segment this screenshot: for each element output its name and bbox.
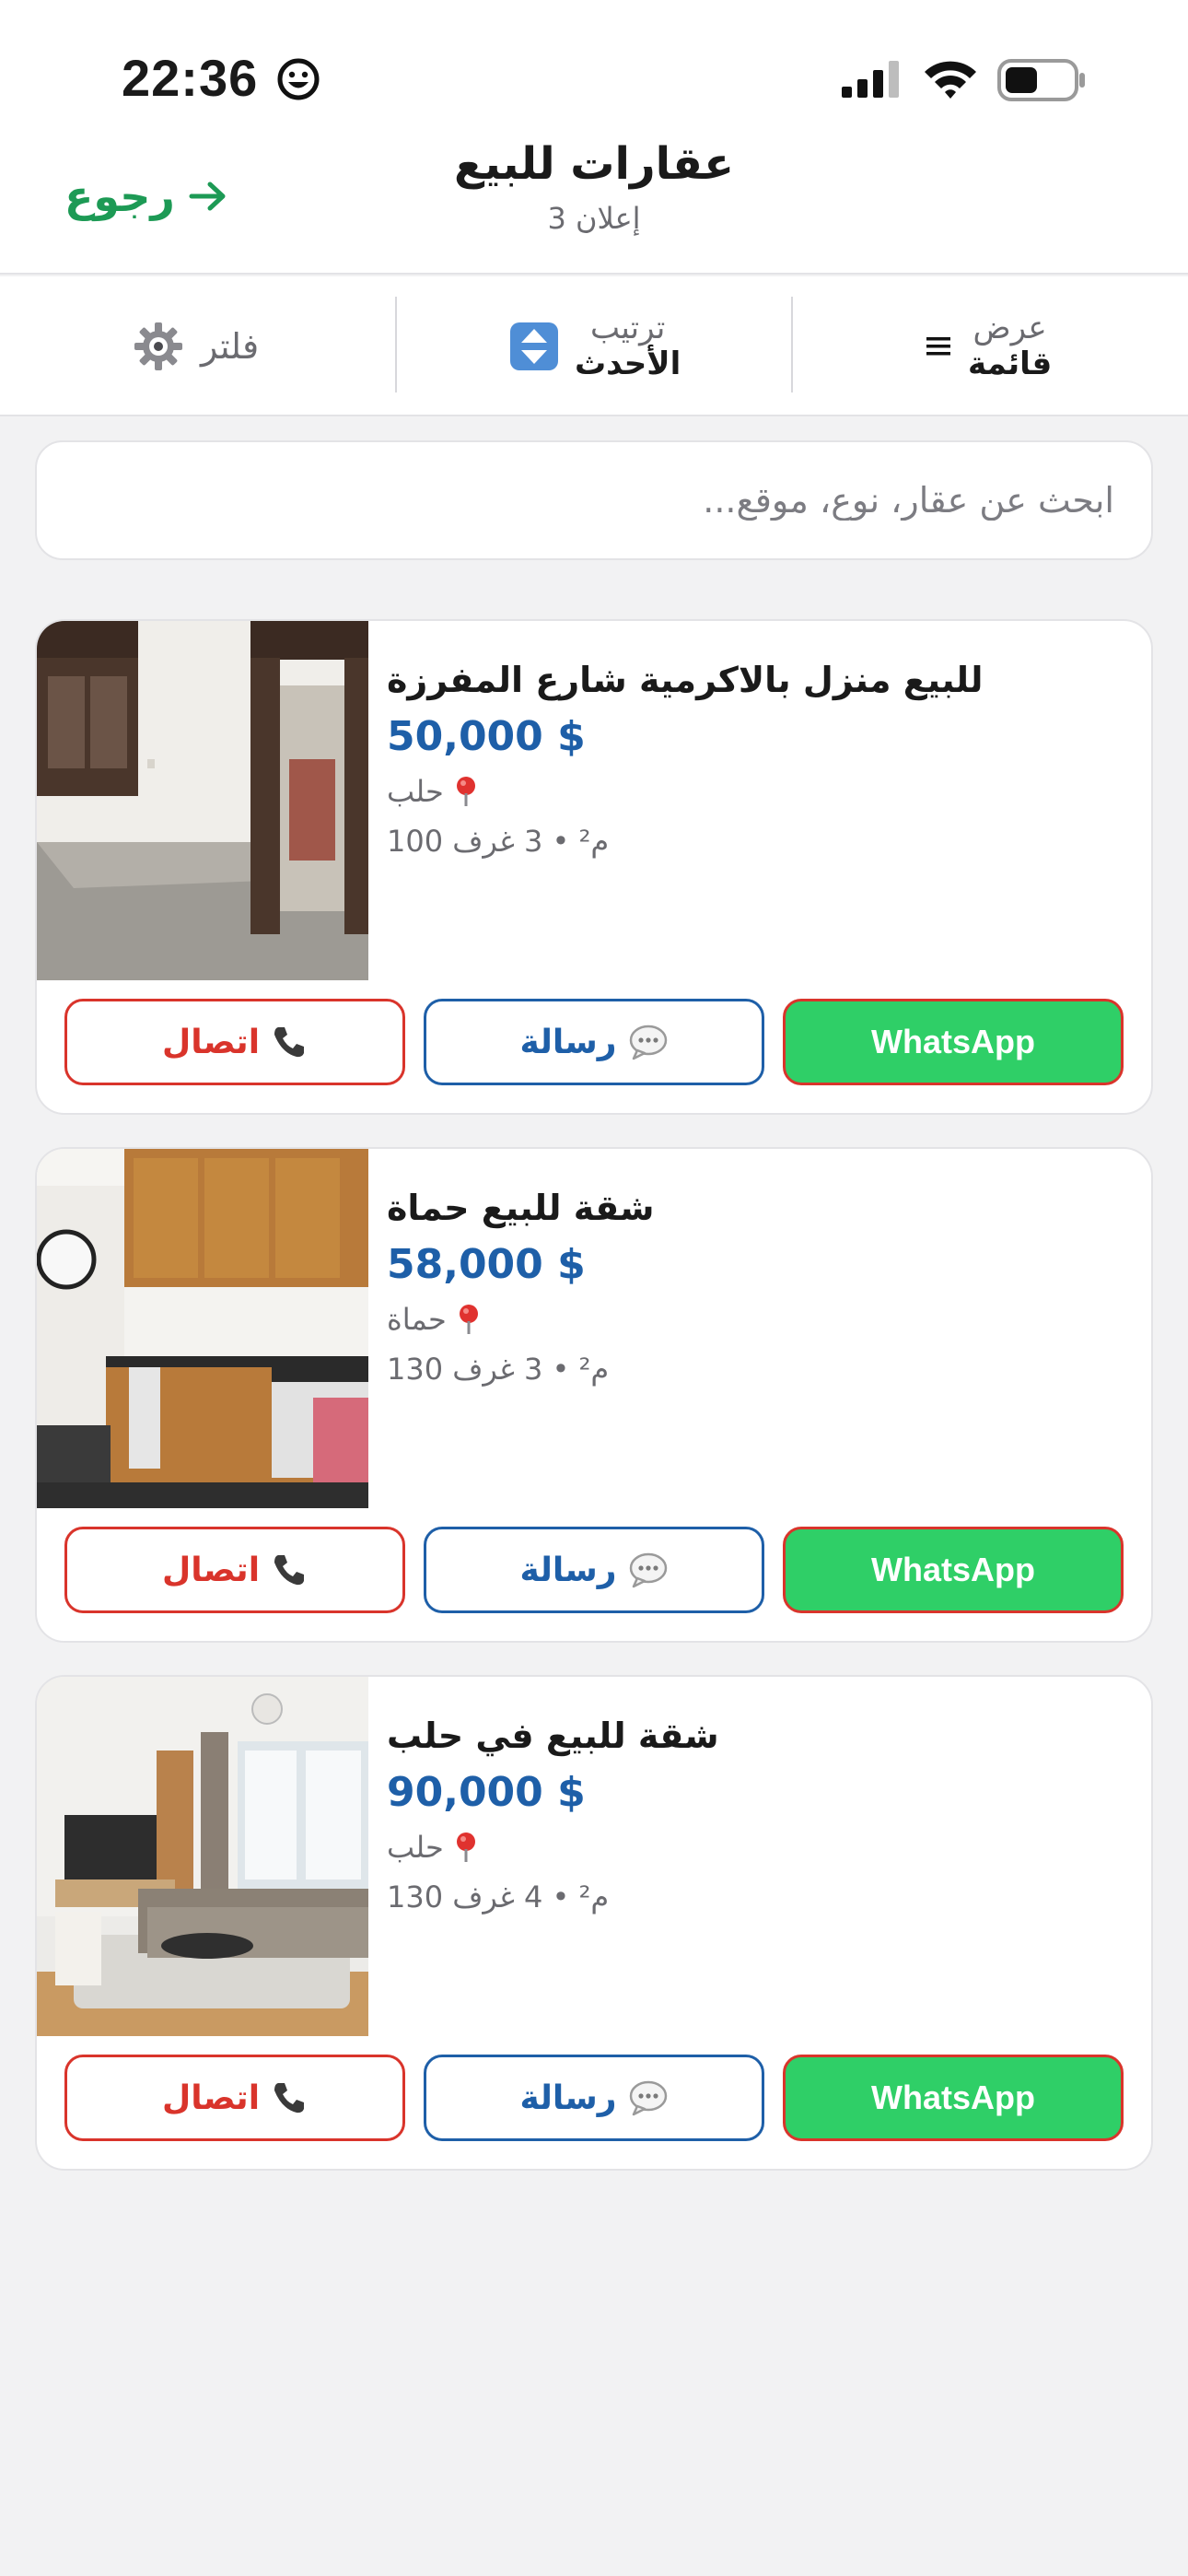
whatsapp-label: WhatsApp (871, 1551, 1035, 1588)
search-box (35, 440, 1153, 560)
battery-icon (997, 59, 1085, 101)
filter-label: فلتر (201, 326, 260, 367)
listing-location: حلب (387, 774, 479, 809)
sort-button[interactable]: ترتيب الأحدث (510, 276, 681, 416)
message-button[interactable]: رسالة (424, 999, 764, 1085)
toolbar-divider (395, 297, 397, 392)
call-label: اتصال (161, 1023, 261, 1061)
location-text: حلب (387, 774, 444, 809)
phone-icon (274, 1555, 305, 1586)
listing-card[interactable]: شقة للبيع حماة 58,000 $ حماة 130 م² • 3 … (35, 1147, 1153, 1643)
listing-location: حلب (387, 1830, 479, 1865)
listing-title: شقة للبيع في حلب (387, 1715, 719, 1756)
wifi-icon (925, 61, 976, 99)
view-mode-button[interactable]: عرض قائمة (926, 276, 1052, 416)
listing-count: 3 إعلان (547, 201, 641, 236)
whatsapp-label: WhatsApp (871, 1023, 1035, 1060)
smiley-icon (277, 58, 320, 100)
whatsapp-label: WhatsApp (871, 2078, 1035, 2116)
location-text: حماة (387, 1302, 447, 1337)
listing-title: شقة للبيع حماة (387, 1188, 655, 1228)
listing-card[interactable]: شقة للبيع في حلب 90,000 $ حلب 130 م² • 4… (35, 1675, 1153, 2171)
location-pin-icon (459, 1305, 478, 1334)
call-button[interactable]: اتصال (64, 1527, 405, 1613)
listing-meta: 100 م² • 3 غرف (387, 824, 610, 859)
listing-photo[interactable] (37, 621, 368, 980)
whatsapp-button[interactable]: WhatsApp (783, 2055, 1124, 2141)
view-label: عرض (973, 309, 1047, 346)
filter-button[interactable]: فلتر (133, 276, 259, 416)
sort-label: ترتيب (589, 309, 666, 346)
message-label: رسالة (519, 1023, 617, 1061)
location-pin-icon (456, 777, 475, 806)
listing-photo[interactable] (37, 1677, 368, 2036)
listing-price: 50,000 $ (387, 713, 586, 760)
phone-icon (274, 1027, 305, 1058)
cellular-signal-icon (842, 61, 899, 98)
status-bar: 22:36 (0, 0, 1188, 147)
search-input[interactable] (37, 480, 1114, 521)
gear-icon (134, 322, 182, 370)
call-label: اتصال (161, 2078, 261, 2117)
listing-meta: 130 م² • 4 غرف (387, 1879, 610, 1914)
location-pin-icon (456, 1832, 475, 1862)
listing-price: 90,000 $ (387, 1769, 586, 1816)
list-icon (926, 337, 950, 356)
whatsapp-button[interactable]: WhatsApp (783, 999, 1124, 1085)
call-button[interactable]: اتصال (64, 999, 405, 1085)
status-time: 22:36 (122, 49, 259, 107)
sort-value: الأحدث (575, 345, 681, 382)
whatsapp-button[interactable]: WhatsApp (783, 1527, 1124, 1613)
message-button[interactable]: رسالة (424, 1527, 764, 1613)
phone-icon (274, 2083, 305, 2113)
listing-title: للبيع منزل بالاكرمية شارع المفرزة (387, 660, 984, 700)
speech-bubble-icon (629, 1552, 667, 1588)
listing-price: 58,000 $ (387, 1241, 586, 1288)
message-label: رسالة (519, 1551, 617, 1589)
toolbar: عرض قائمة ترتيب الأحدث فلتر (0, 276, 1188, 416)
listing-location: حماة (387, 1302, 482, 1337)
message-label: رسالة (519, 2078, 617, 2117)
listing-photo[interactable] (37, 1149, 368, 1508)
view-value: قائمة (968, 345, 1053, 382)
sort-arrows-icon (510, 322, 558, 370)
toolbar-divider (791, 297, 793, 392)
header-bar: رجوع عقارات للبيع 3 إعلان (0, 129, 1188, 275)
page-title: عقارات للبيع (454, 138, 734, 190)
message-button[interactable]: رسالة (424, 2055, 764, 2141)
listing-meta: 130 م² • 3 غرف (387, 1352, 610, 1387)
call-button[interactable]: اتصال (64, 2055, 405, 2141)
listing-card[interactable]: للبيع منزل بالاكرمية شارع المفرزة 50,000… (35, 619, 1153, 1115)
speech-bubble-icon (629, 2080, 667, 2116)
speech-bubble-icon (629, 1025, 667, 1060)
location-text: حلب (387, 1830, 444, 1865)
call-label: اتصال (161, 1551, 261, 1589)
